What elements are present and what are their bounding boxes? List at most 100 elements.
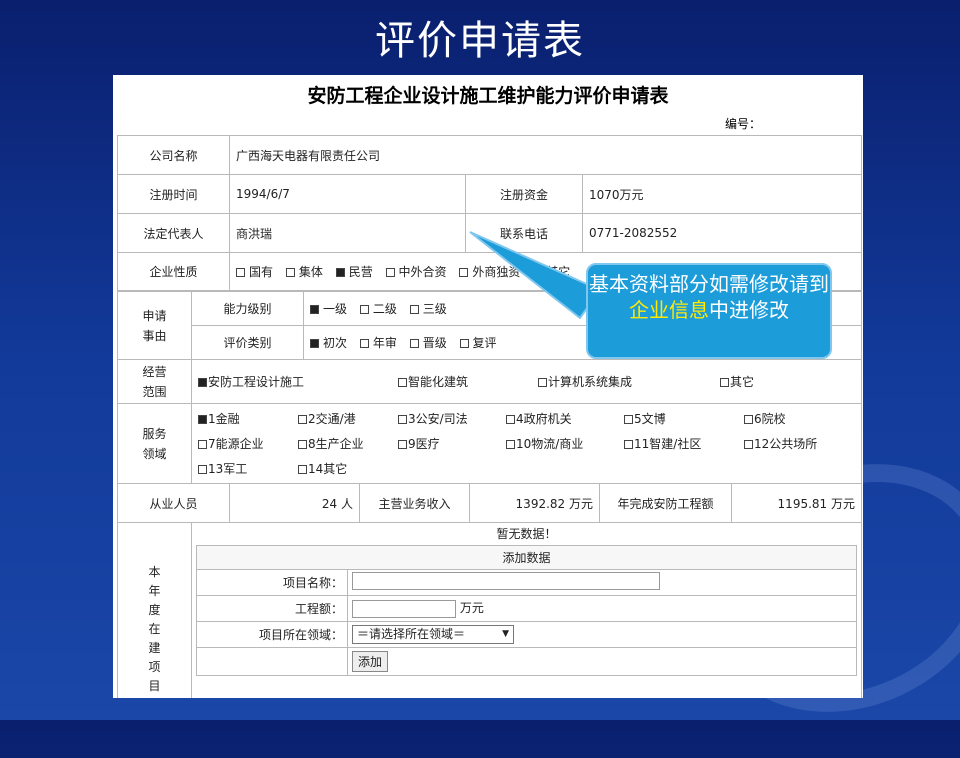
completed-value: 1195.81 万元 [731,483,862,523]
nature-option[interactable]: 外商独资 [459,263,520,280]
checkbox-icon[interactable] [459,339,469,348]
nature-option[interactable]: 其它 [533,263,570,280]
checkbox-icon[interactable] [198,465,207,474]
service-option[interactable]: 2交通/港 [298,410,398,427]
project-amount-input[interactable] [352,599,456,618]
checkbox-icon[interactable] [298,440,307,449]
service-option[interactable]: 5文博 [624,410,744,427]
project-field-label: 项目所在领域： [196,621,348,648]
checkbox-icon[interactable] [310,305,319,314]
service-option[interactable]: 10物流/商业 [506,435,624,452]
service-option[interactable]: 6院校 [744,410,844,427]
checkbox-icon[interactable] [298,415,307,424]
nature-option[interactable]: 国有 [236,263,273,280]
checkbox-icon[interactable] [624,440,633,449]
service-option[interactable]: 4政府机关 [506,410,624,427]
checkbox-icon[interactable] [744,440,753,449]
level-option[interactable]: 三级 [409,300,447,317]
service-options: 1金融 2交通/港 3公安/司法 4政府机关 5文博 6院校 7能源企业 8生产… [191,403,862,484]
checkbox-icon[interactable] [398,415,407,424]
completed-label: 年完成安防工程额 [599,483,732,523]
scope-option[interactable]: 其它 [720,373,780,390]
nature-option[interactable]: 集体 [285,263,323,280]
service-option[interactable]: 12公共场所 [744,435,844,452]
checkbox-icon[interactable] [506,415,515,424]
checkbox-icon[interactable] [285,268,295,277]
staff-revenue-table: 从业人员 24 人 主营业务收入 1392.82 万元 年完成安防工程额 119… [117,483,862,523]
scope-option[interactable]: 安防工程设计施工 [198,373,398,390]
form-title: 安防工程企业设计施工维护能力评价申请表 [307,85,669,107]
checkbox-icon[interactable] [198,440,207,449]
legal-rep-value: 商洪瑞 [229,213,466,253]
checkbox-icon[interactable] [385,268,395,277]
service-option[interactable]: 1金融 [198,410,298,427]
add-project-button[interactable]: 添加 [352,651,389,672]
scope-service-table: 经营范围 安防工程设计施工 智能化建筑 计算机系统集成 其它 服务领域 1金融 2交通… [117,359,862,484]
service-option[interactable]: 14其它 [298,460,398,477]
eval-type-option[interactable]: 复评 [459,334,497,351]
scope-options: 安防工程设计施工 智能化建筑 计算机系统集成 其它 [191,359,862,404]
service-option[interactable]: 8生产企业 [298,435,398,452]
checkbox-icon[interactable] [744,415,753,424]
projects-cell: 暂无数据！ 添加数据 项目名称： 工程额： 万元 项目所在领域： ＝请选择所在领… [191,522,862,698]
checkbox-icon[interactable] [538,378,547,387]
checkbox-icon[interactable] [720,378,729,387]
checkbox-icon[interactable] [198,378,207,387]
projects-label: 本年度在建项目 [117,522,192,698]
no-data-text: 暂无数据！ [496,527,557,541]
level-option[interactable]: 一级 [310,300,347,317]
service-label: 服务领域 [117,403,192,484]
staff-value: 24 人 [229,483,360,523]
reg-date-value: 1994/6/7 [229,174,466,214]
service-option[interactable]: 13军工 [198,460,298,477]
eval-type-option[interactable]: 年审 [359,334,397,351]
project-field-select[interactable]: ＝请选择所在领域＝ ▼ [352,625,514,644]
checkbox-icon[interactable] [335,268,345,277]
checkbox-icon[interactable] [409,305,419,314]
service-option[interactable]: 11智建/社区 [624,435,744,452]
checkbox-icon[interactable] [624,415,633,424]
scope-option[interactable]: 计算机系统集成 [538,373,720,390]
nature-option[interactable]: 中外合资 [385,263,447,280]
checkbox-icon[interactable] [359,305,369,314]
chevron-down-icon: ▼ [502,629,509,639]
service-option[interactable]: 3公安/司法 [398,410,506,427]
phone-label: 联系电话 [465,213,583,253]
service-option[interactable]: 7能源企业 [198,435,298,452]
nature-label: 企业性质 [117,252,230,291]
application-form-panel: 安防工程企业设计施工维护能力评价申请表 编号： 公司名称 广西海天电器有限责任公… [113,75,863,698]
slide-title: 评价申请表 [375,18,585,64]
checkbox-icon[interactable] [459,268,469,277]
nature-option[interactable]: 民营 [335,263,373,280]
checkbox-icon[interactable] [198,415,207,424]
reg-date-label: 注册时间 [117,174,230,214]
company-name-label: 公司名称 [117,135,230,175]
eval-type-label: 评价类别 [191,325,304,360]
checkbox-icon[interactable] [298,465,307,474]
project-amount-unit: 万元 [459,601,484,616]
checkbox-icon[interactable] [533,268,543,277]
checkbox-icon[interactable] [359,339,369,348]
eval-type-option[interactable]: 晋级 [409,334,447,351]
checkbox-icon[interactable] [398,378,407,387]
project-name-input[interactable] [352,572,660,590]
service-option[interactable]: 9医疗 [398,435,506,452]
phone-value: 0771-2082552 [581,213,863,253]
info-callout: 基本资料部分如需修改请到企业信息中进修改 [586,263,832,359]
add-data-header: 添加数据 [196,545,857,570]
company-name-value: 广西海天电器有限责任公司 [228,135,863,175]
reg-capital-value: 1070万元 [581,174,863,214]
revenue-value: 1392.82 万元 [469,483,600,523]
checkbox-icon[interactable] [506,440,515,449]
checkbox-icon[interactable] [236,268,245,277]
checkbox-icon[interactable] [398,440,407,449]
level-option[interactable]: 二级 [359,300,397,317]
checkbox-icon[interactable] [310,339,319,348]
enterprise-info-highlight: 企业信息 [629,298,709,322]
eval-type-option[interactable]: 初次 [310,334,347,351]
legal-rep-label: 法定代表人 [117,213,230,253]
checkbox-icon[interactable] [409,339,419,348]
project-amount-label: 工程额： [196,595,348,622]
scope-option[interactable]: 智能化建筑 [398,373,538,390]
revenue-label: 主营业务收入 [359,483,470,523]
